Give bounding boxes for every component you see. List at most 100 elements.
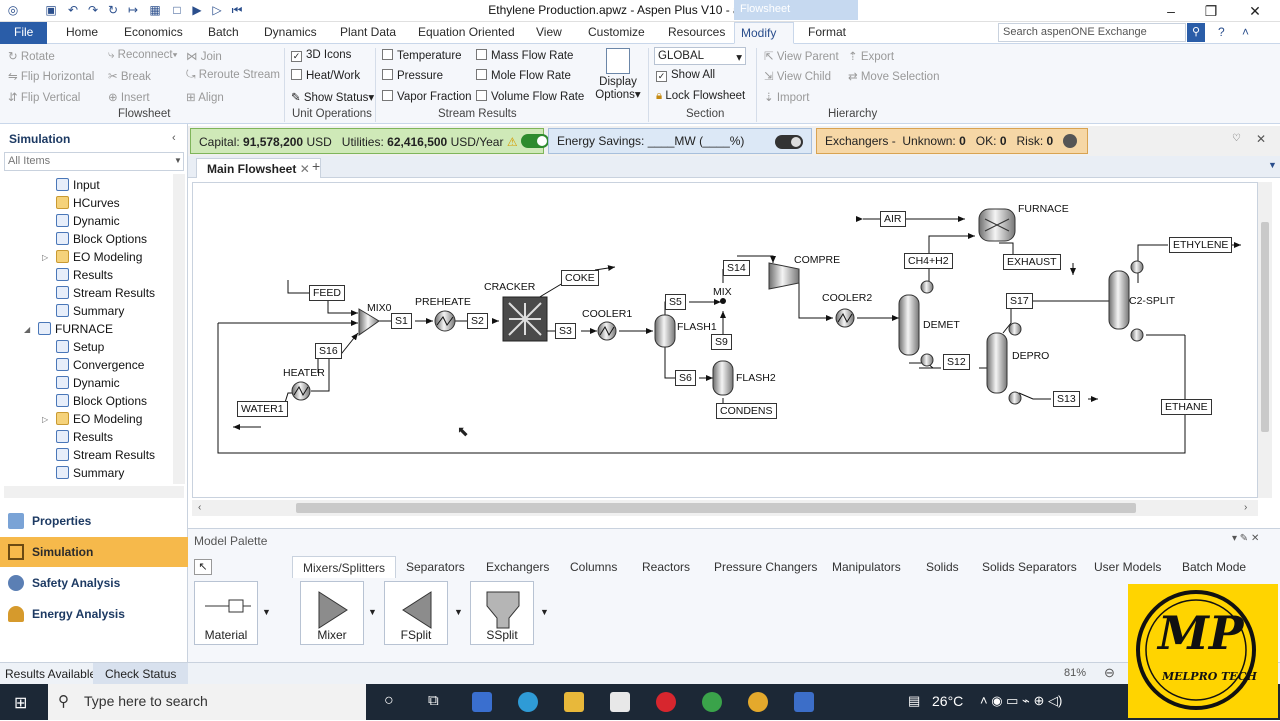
minimize-button[interactable]: –: [1156, 2, 1186, 20]
restore-button[interactable]: ❐: [1196, 2, 1226, 20]
menu-home[interactable]: Home: [60, 22, 104, 44]
tree-item-results[interactable]: Results: [56, 430, 113, 444]
expand-icon[interactable]: ▷: [42, 415, 48, 424]
exchange-search-input[interactable]: Search aspenONE Exchange: [998, 23, 1186, 42]
menu-file[interactable]: File: [0, 22, 48, 44]
tree-item-setup[interactable]: Setup: [56, 340, 104, 354]
flowsheet-canvas[interactable]: MIX0 PREHEATE CRACKER COOLER1 FLASH1 FLA…: [192, 182, 1258, 498]
stream-s6[interactable]: S6: [675, 370, 696, 386]
tree-item-hcurves[interactable]: HCurves: [56, 196, 120, 210]
block-heater[interactable]: [291, 381, 311, 401]
new-tab-icon[interactable]: +: [312, 158, 320, 174]
tree-item-dynamic[interactable]: Dynamic: [56, 214, 120, 228]
reconnect-button[interactable]: ⤷ Reconnect▾: [108, 49, 177, 62]
menu-economics[interactable]: Economics: [118, 22, 189, 44]
stream-s12[interactable]: S12: [943, 354, 970, 370]
palette-tab-pressure-changers[interactable]: Pressure Changers: [704, 556, 827, 578]
dropdown-icon[interactable]: ▼: [368, 607, 377, 617]
menu-dynamics[interactable]: Dynamics: [258, 22, 323, 44]
insert-button[interactable]: ⊕ Insert: [108, 90, 150, 104]
palette-tab-columns[interactable]: Columns: [560, 556, 627, 578]
stream-s9[interactable]: S9: [711, 334, 732, 350]
collapse-node-icon[interactable]: ◢: [24, 325, 30, 334]
reroute-stream-button[interactable]: ⤿ Reroute Stream: [186, 69, 280, 82]
palette-tab-reactors[interactable]: Reactors: [632, 556, 700, 578]
stream-s14[interactable]: S14: [723, 260, 750, 276]
stream-coke[interactable]: COKE: [561, 270, 599, 286]
block-furnace[interactable]: [978, 208, 1016, 242]
flip-vertical-button[interactable]: ⇵ Flip Vertical: [8, 90, 80, 104]
tree-item-eo-modeling[interactable]: EO Modeling: [56, 250, 142, 264]
scroll-thumb[interactable]: [1261, 222, 1269, 432]
tree-item-summary[interactable]: Summary: [56, 466, 124, 480]
break-button[interactable]: ✂ Break: [108, 69, 151, 83]
tab-list-icon[interactable]: ▼: [1268, 160, 1277, 170]
windows-start-icon[interactable]: ⊞: [14, 693, 27, 713]
canvas-vscrollbar[interactable]: [1258, 182, 1272, 498]
stream-feed[interactable]: FEED: [309, 285, 346, 301]
stream-condens[interactable]: CONDENS: [716, 403, 777, 419]
select-pointer-icon[interactable]: ↖: [194, 559, 212, 575]
mass-flow-checkbox[interactable]: Mass Flow Rate: [476, 49, 573, 62]
mail-icon[interactable]: [610, 692, 630, 712]
store-icon[interactable]: [472, 692, 492, 712]
display-options-button[interactable]: Display Options▾: [592, 48, 644, 102]
palette-tab-batch-mode[interactable]: Batch Mode: [1172, 556, 1256, 578]
navigator-scrollbar[interactable]: [173, 174, 185, 484]
stream-s13[interactable]: S13: [1053, 391, 1080, 407]
palette-tab-separators[interactable]: Separators: [396, 556, 475, 578]
canvas-hscrollbar[interactable]: ‹ ›: [192, 500, 1258, 516]
stream-air[interactable]: AIR: [880, 211, 906, 227]
temperature-checkbox[interactable]: Temperature: [382, 49, 462, 62]
tree-item-results[interactable]: Results: [56, 268, 113, 282]
energy-toggle[interactable]: [775, 135, 803, 149]
menu-view[interactable]: View: [530, 22, 568, 44]
show-status-button[interactable]: ✎ Show Status▾: [291, 90, 374, 104]
dropdown-icon[interactable]: ▼: [262, 607, 271, 617]
block-cracker[interactable]: [502, 296, 548, 342]
edge-icon[interactable]: [518, 692, 538, 712]
stream-s3[interactable]: S3: [555, 323, 576, 339]
tree-item-block-options[interactable]: Block Options: [56, 394, 147, 408]
palette-tab-solids[interactable]: Solids: [916, 556, 969, 578]
scroll-left-icon[interactable]: ‹: [198, 502, 201, 513]
palette-tab-solids-separators[interactable]: Solids Separators: [972, 556, 1087, 578]
collapse-icon[interactable]: ‹: [172, 132, 176, 144]
menu-batch[interactable]: Batch: [202, 22, 245, 44]
block-depro[interactable]: [986, 322, 1022, 405]
stream-s5[interactable]: S5: [665, 294, 686, 310]
search-icon[interactable]: ⚲: [1187, 23, 1205, 42]
check-status-button[interactable]: Check Status: [93, 663, 189, 684]
taskbar-search[interactable]: ⚲ Type here to search: [48, 684, 366, 720]
tree-item-furnace[interactable]: FURNACE: [38, 322, 113, 336]
stream-ethane[interactable]: ETHANE: [1161, 399, 1212, 415]
aspen-plus-icon[interactable]: [794, 692, 814, 712]
close-icon[interactable]: ✕: [1256, 132, 1266, 146]
stream-s16[interactable]: S16: [315, 343, 342, 359]
nav-simulation[interactable]: Simulation: [0, 537, 188, 567]
cortana-icon[interactable]: ○: [384, 692, 394, 710]
rotate-button[interactable]: ↻ Rotate: [8, 49, 55, 63]
file-explorer-icon[interactable]: [564, 692, 584, 712]
chrome-icon[interactable]: [702, 692, 722, 712]
block-mix[interactable]: [720, 298, 726, 304]
stream-s17[interactable]: S17: [1006, 293, 1033, 309]
menu-format[interactable]: Format: [802, 22, 852, 44]
block-flash1[interactable]: [654, 314, 676, 348]
chevron-down-icon[interactable]: ▼: [174, 156, 182, 165]
palette-item-ssplit[interactable]: SSplit: [470, 581, 534, 645]
exchanger-settings-icon[interactable]: [1062, 134, 1077, 148]
block-flash2[interactable]: [712, 360, 734, 396]
menu-plant-data[interactable]: Plant Data: [334, 22, 402, 44]
palette-item-mixer[interactable]: Mixer: [300, 581, 364, 645]
show-all-checkbox[interactable]: ✓ Show All: [656, 69, 715, 82]
palette-item-material[interactable]: Material: [194, 581, 258, 645]
task-view-icon[interactable]: ⧉: [428, 692, 439, 709]
block-compre[interactable]: [768, 262, 800, 290]
vapor-fraction-checkbox[interactable]: Vapor Fraction: [382, 90, 472, 103]
chevron-up-icon[interactable]: ˄: [1236, 22, 1255, 44]
nav-properties[interactable]: Properties: [0, 506, 188, 536]
export-button[interactable]: ⇡ Export: [848, 49, 894, 63]
chrome-profile-icon[interactable]: [748, 692, 768, 712]
view-child-button[interactable]: ⇲ View Child: [764, 69, 831, 83]
